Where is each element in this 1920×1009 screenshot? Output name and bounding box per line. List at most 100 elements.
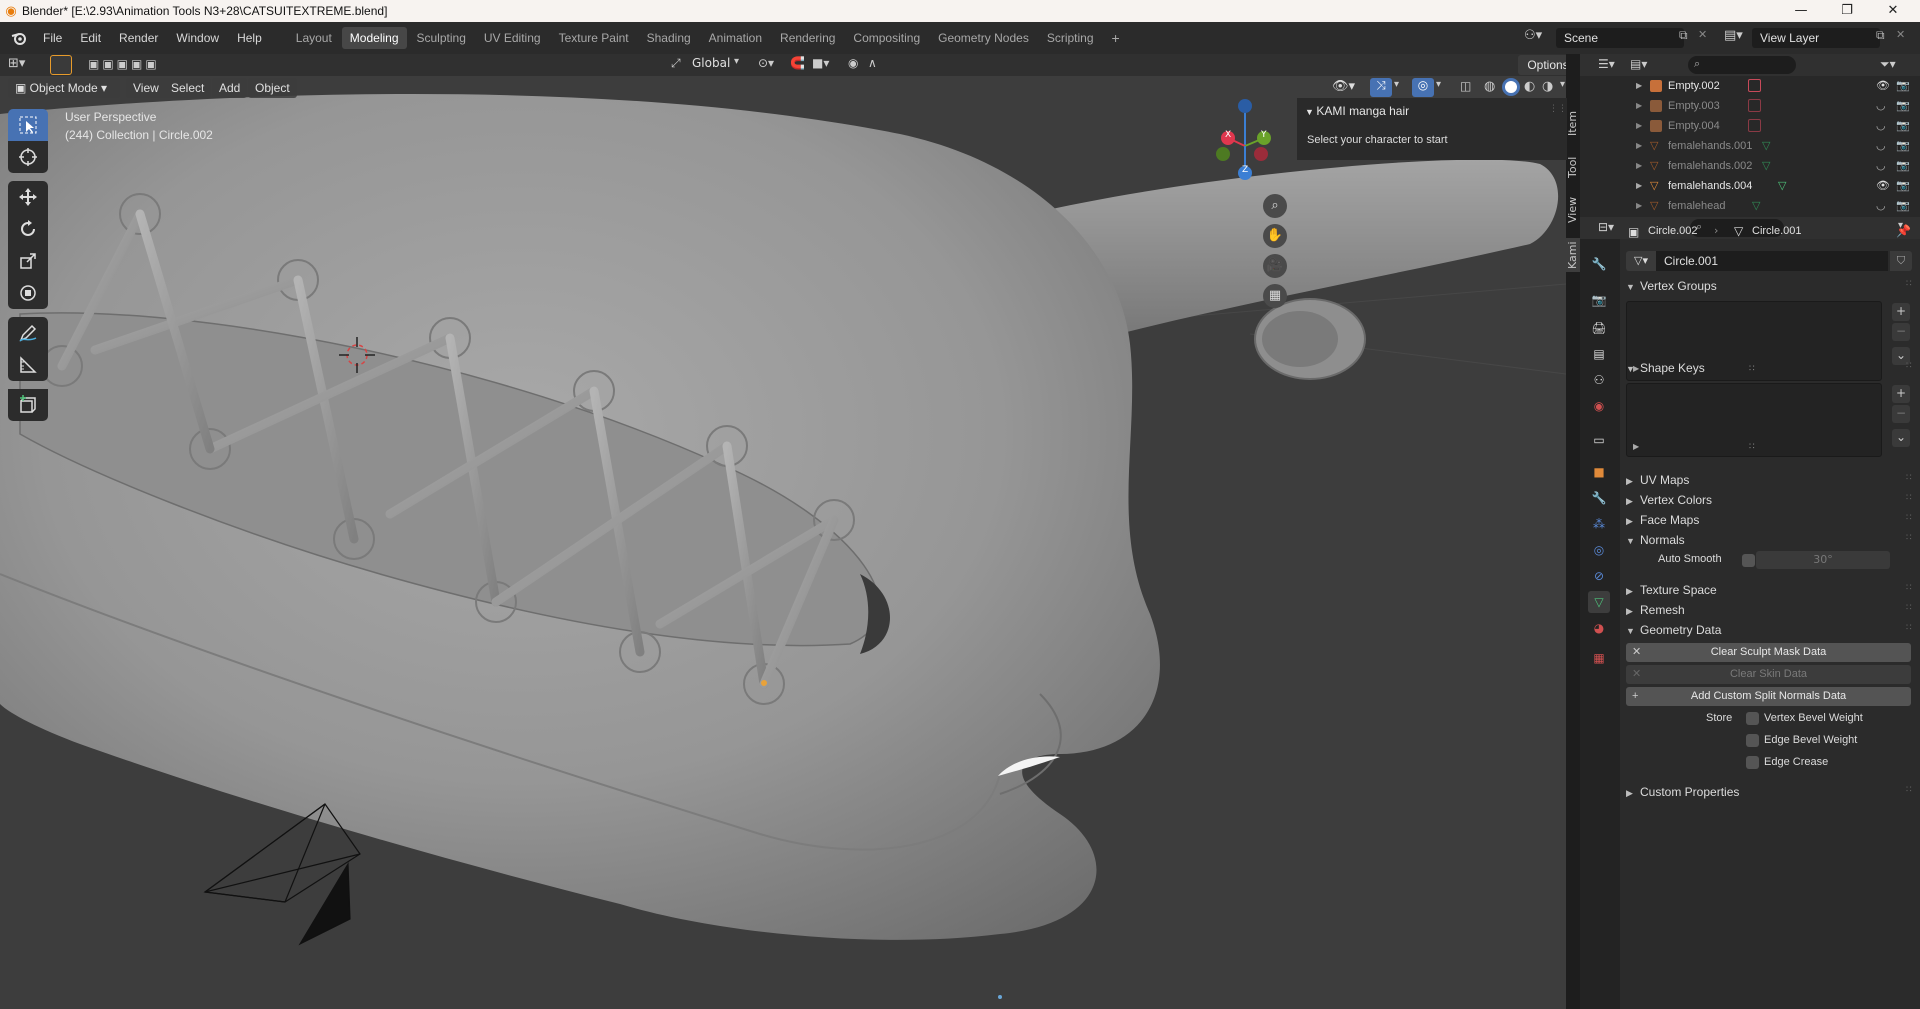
outliner-editor-type-icon[interactable]: ☰▾ bbox=[1598, 57, 1615, 71]
transform-orientation-dropdown[interactable]: Global bbox=[692, 56, 730, 70]
grid-view-icon[interactable]: ▦ bbox=[1263, 284, 1287, 308]
auto-smooth-angle-field[interactable]: 30° bbox=[1756, 551, 1890, 569]
particles-tab-icon[interactable]: ⁂ bbox=[1588, 513, 1610, 535]
outliner-row[interactable]: ▶ ▽ femalehands.004 ▽ 👁 📷 bbox=[1580, 176, 1920, 196]
drag-handle-icon[interactable]: ⋮⋮ bbox=[1549, 104, 1567, 114]
select-tool-icon[interactable] bbox=[50, 55, 72, 75]
drag-handle-icon[interactable]: ∷ bbox=[1906, 603, 1912, 613]
mesh-browse-icon[interactable]: ▽▾ bbox=[1626, 251, 1656, 271]
shape-key-specials-icon[interactable]: ⌄ bbox=[1892, 429, 1910, 447]
cursor-tool[interactable] bbox=[8, 141, 48, 173]
drag-handle-icon[interactable]: ∷ bbox=[1906, 785, 1912, 795]
view-layer-field[interactable]: View Layer bbox=[1752, 28, 1880, 48]
menu-render[interactable]: Render bbox=[110, 27, 167, 49]
workspace-tab-geometry-nodes[interactable]: Geometry Nodes bbox=[930, 27, 1037, 49]
view-menu[interactable]: View bbox=[126, 78, 166, 98]
tab-tool[interactable]: Tool bbox=[1566, 152, 1580, 182]
editor-type-icon[interactable]: ⊞▾ bbox=[8, 56, 25, 71]
section-face-maps[interactable]: ▶ Face Maps bbox=[1620, 509, 1918, 531]
measure-tool[interactable] bbox=[8, 349, 48, 381]
drag-handle-icon[interactable]: ∷ bbox=[1906, 513, 1912, 523]
material-tab-icon[interactable]: ◕ bbox=[1588, 617, 1610, 639]
drag-handle-icon[interactable]: ∷ bbox=[1906, 533, 1912, 543]
visibility-toggle-icon[interactable]: 👁▾ bbox=[1332, 79, 1355, 94]
rotate-tool[interactable] bbox=[8, 213, 48, 245]
clear-sculpt-mask-button[interactable]: ✕ Clear Sculpt Mask Data bbox=[1626, 643, 1911, 662]
workspace-tab-compositing[interactable]: Compositing bbox=[845, 27, 928, 49]
object-menu[interactable]: Object bbox=[248, 78, 297, 98]
eye-closed-icon[interactable]: ◡ bbox=[1876, 156, 1886, 176]
select-mode-icons[interactable]: ▣▣▣▣▣ bbox=[88, 57, 160, 71]
section-geometry-data[interactable]: ▼ Geometry Data bbox=[1620, 619, 1918, 641]
outliner-row[interactable]: ▶ ▽ femalehands.002 ▽ ◡ 📷 bbox=[1580, 156, 1920, 176]
remove-shape-key-button[interactable]: − bbox=[1892, 405, 1910, 423]
section-vertex-groups[interactable]: ▼ Vertex Groups bbox=[1620, 275, 1918, 297]
move-tool[interactable] bbox=[8, 181, 48, 213]
solid-shading-icon[interactable] bbox=[1502, 78, 1520, 96]
workspace-tab-texture-paint[interactable]: Texture Paint bbox=[551, 27, 637, 49]
menu-file[interactable]: File bbox=[34, 27, 71, 49]
section-custom-properties[interactable]: ▶ Custom Properties bbox=[1620, 781, 1918, 803]
add-workspace-icon[interactable]: + bbox=[1104, 27, 1128, 49]
new-view-layer-icon[interactable]: ⧉ bbox=[1876, 28, 1885, 43]
add-cube-tool[interactable] bbox=[8, 389, 48, 421]
camera-icon[interactable]: 📷 bbox=[1896, 116, 1910, 136]
mesh-data-tab-icon[interactable]: ▽ bbox=[1588, 591, 1610, 613]
eye-closed-icon[interactable]: ◡ bbox=[1876, 96, 1886, 116]
transform-tool[interactable] bbox=[8, 277, 48, 309]
remove-vertex-group-button[interactable]: − bbox=[1892, 323, 1910, 341]
maximize-button[interactable]: ❐ bbox=[1824, 0, 1870, 22]
chevron-down-icon[interactable]: ▾ bbox=[1560, 79, 1565, 90]
snap-icon[interactable]: 🧲 bbox=[790, 56, 805, 70]
navigation-gizmo[interactable]: X Y Z bbox=[1200, 94, 1290, 204]
drag-handle-icon[interactable]: ∷ bbox=[1906, 279, 1912, 289]
collection-tab-icon[interactable]: ▭ bbox=[1588, 429, 1610, 451]
eye-icon[interactable]: 👁 bbox=[1876, 176, 1890, 196]
pin-icon[interactable]: 📌 bbox=[1896, 224, 1911, 238]
blender-logo-icon[interactable] bbox=[8, 27, 30, 49]
add-custom-split-normals-button[interactable]: + Add Custom Split Normals Data bbox=[1626, 687, 1911, 706]
workspace-tab-modeling[interactable]: Modeling bbox=[341, 27, 407, 49]
output-tab-icon[interactable]: 🖨 bbox=[1588, 317, 1610, 339]
workspace-tab-sculpting[interactable]: Sculpting bbox=[409, 27, 474, 49]
camera-icon[interactable]: 📷 bbox=[1896, 76, 1910, 96]
drag-handle-icon[interactable]: ∷ bbox=[1906, 493, 1912, 503]
workspace-tab-uv-editing[interactable]: UV Editing bbox=[476, 27, 549, 49]
tab-view[interactable]: View bbox=[1566, 194, 1580, 226]
material-shading-icon[interactable]: ◐ bbox=[1524, 79, 1535, 94]
overlays-toggle-icon[interactable]: ◎ bbox=[1412, 78, 1434, 97]
menu-window[interactable]: Window bbox=[167, 27, 228, 49]
filter-icon[interactable]: ⏷▾ bbox=[1880, 57, 1896, 72]
eye-closed-icon[interactable]: ◡ bbox=[1876, 196, 1886, 216]
view-layer-icon[interactable]: ▤▾ bbox=[1724, 28, 1743, 43]
camera-icon[interactable]: 📷 bbox=[1896, 156, 1910, 176]
modifier-tab-icon[interactable]: 🔧 bbox=[1588, 487, 1610, 509]
workspace-tab-rendering[interactable]: Rendering bbox=[772, 27, 843, 49]
menu-help[interactable]: Help bbox=[228, 27, 271, 49]
object-mode-dropdown[interactable]: ▣ Object Mode ▾ bbox=[8, 78, 120, 98]
camera-icon[interactable]: 📷 bbox=[1896, 196, 1910, 216]
camera-icon[interactable]: 📷 bbox=[1896, 96, 1910, 116]
auto-smooth-checkbox[interactable] bbox=[1742, 554, 1755, 567]
vertex-bevel-weight-checkbox[interactable] bbox=[1746, 712, 1759, 725]
options-dropdown[interactable]: Options bbox=[1518, 55, 1566, 75]
outliner-row[interactable]: ▶ ▽ femalehead ▽ ◡ 📷 bbox=[1580, 196, 1920, 216]
scene-name-field[interactable]: Scene bbox=[1556, 28, 1684, 48]
outliner-search-input[interactable]: ⌕ bbox=[1688, 56, 1796, 74]
kami-panel-header[interactable]: ▼ KAMI manga hair bbox=[1305, 104, 1409, 118]
proportional-edit-icon[interactable]: ◉ bbox=[848, 56, 858, 70]
workspace-tab-shading[interactable]: Shading bbox=[639, 27, 699, 49]
rendered-shading-icon[interactable]: ◑ bbox=[1542, 79, 1553, 94]
eye-closed-icon[interactable]: ◡ bbox=[1876, 116, 1886, 136]
add-menu[interactable]: Add bbox=[212, 78, 248, 98]
tab-item[interactable]: Item bbox=[1566, 106, 1580, 140]
section-shape-keys[interactable]: ▼ Shape Keys bbox=[1620, 357, 1918, 379]
falloff-icon[interactable]: ∧ bbox=[868, 56, 877, 70]
new-scene-icon[interactable]: ⧉ bbox=[1679, 28, 1688, 43]
workspace-tab-scripting[interactable]: Scripting bbox=[1039, 27, 1102, 49]
eye-closed-icon[interactable]: ◡ bbox=[1876, 136, 1886, 156]
section-vertex-colors[interactable]: ▶ Vertex Colors bbox=[1620, 489, 1918, 511]
drag-handle-icon[interactable]: ∷ bbox=[1906, 473, 1912, 483]
clear-skin-data-button[interactable]: ✕ Clear Skin Data bbox=[1626, 665, 1911, 684]
add-vertex-group-button[interactable]: + bbox=[1892, 303, 1910, 321]
